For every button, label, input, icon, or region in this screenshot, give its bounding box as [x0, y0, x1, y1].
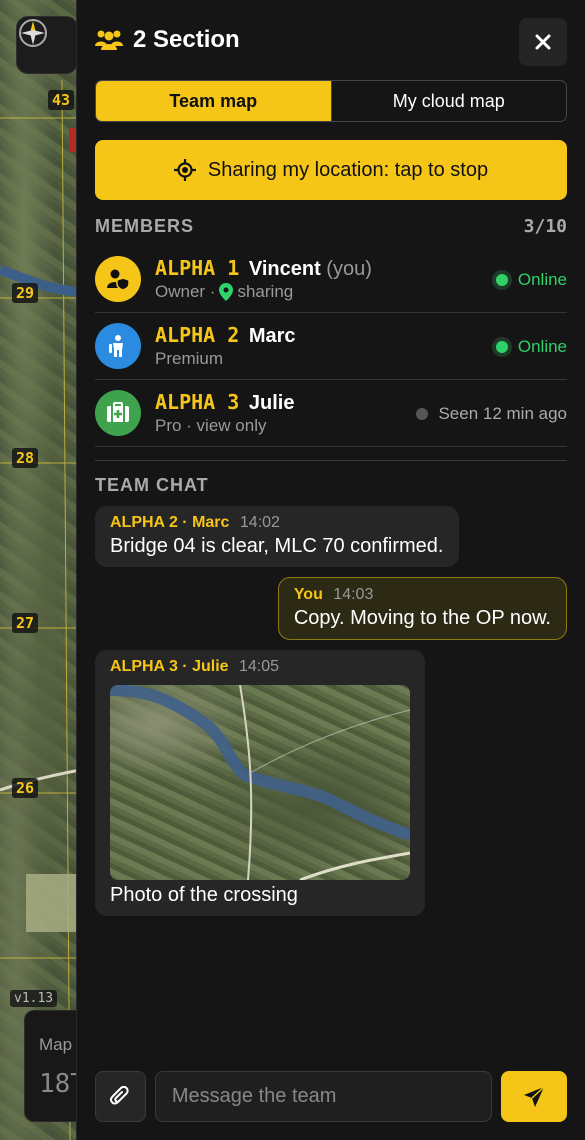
stop-sharing-label: Sharing my location: tap to stop [207, 158, 489, 181]
member-name: Marc [248, 325, 296, 347]
chat-message[interactable]: ALPHA 2 · Marc 14:02 Bridge 04 is clear,… [95, 506, 459, 567]
online-dot-icon [491, 336, 512, 357]
member-row[interactable]: ALPHA 1 Vincent (you) Owner · sharing On… [95, 246, 567, 313]
section-divider [95, 460, 567, 461]
location-pin-icon [219, 283, 234, 301]
status-label: Online [517, 269, 567, 289]
member-name: Julie [248, 392, 295, 414]
message-sender: ALPHA 2 · Marc [110, 514, 230, 531]
member-row[interactable]: ALPHA 3 Julie Pro · view only Seen 12 mi… [95, 380, 567, 447]
team-panel: 2 Section Team map My cloud map Sharing … [76, 0, 585, 1140]
member-role: Pro · view only [155, 416, 267, 435]
message-text: Bridge 04 is clear, MLC 70 confirmed. [110, 535, 444, 557]
photo-attachment[interactable] [110, 685, 410, 880]
close-button[interactable] [519, 18, 567, 66]
member-info: ALPHA 1 Vincent (you) Owner · sharing [155, 256, 372, 302]
map-info-card[interactable]: Map 18T [24, 1010, 80, 1122]
avatar [95, 256, 141, 302]
member-sharing-label: sharing [237, 282, 294, 301]
member-callsign: ALPHA 3 [155, 390, 240, 414]
tab-my-cloud-map[interactable]: My cloud map [330, 81, 567, 121]
member-info: ALPHA 2 Marc Premium [155, 323, 296, 369]
grid-label: 29 [12, 283, 39, 303]
member-info: ALPHA 3 Julie Pro · view only [155, 390, 294, 436]
compass-icon [19, 19, 47, 47]
member-you-tag: (you) [326, 258, 372, 280]
page-title: 2 Section [133, 26, 240, 53]
photo-caption: Photo of the crossing [110, 884, 298, 906]
member-role: Owner · [155, 282, 216, 301]
status-label: Online [517, 336, 567, 356]
stop-sharing-button[interactable]: Sharing my location: tap to stop [95, 140, 567, 200]
avatar [95, 323, 141, 369]
member-row[interactable]: ALPHA 2 Marc Premium Online [95, 313, 567, 380]
members-title: MEMBERS [95, 215, 195, 236]
soldier-icon [109, 335, 123, 357]
send-button[interactable] [501, 1071, 568, 1122]
status-label: Seen 12 min ago [438, 403, 567, 423]
attach-button[interactable] [95, 1071, 146, 1122]
crossing-photo [110, 685, 410, 880]
chat-title: TEAM CHAT [95, 475, 209, 495]
version-label: v1.13 [10, 990, 58, 1007]
map-overlay [0, 79, 80, 1140]
map-background[interactable]: 43 29 28 27 26 v1.13 Map 18T [0, 0, 80, 1140]
message-text: Copy. Moving to the OP now. [293, 607, 551, 629]
status-badge: Online [491, 246, 567, 313]
map-mode-toggle: Team map My cloud map [95, 80, 567, 122]
team-icon [95, 30, 123, 50]
member-role: Premium [155, 349, 224, 368]
avatar [95, 390, 141, 436]
medic-icon [107, 402, 129, 422]
close-icon [535, 34, 551, 50]
send-icon [524, 1085, 545, 1107]
status-badge: Seen 12 min ago [416, 380, 567, 447]
chat-message[interactable]: You 14:03 Copy. Moving to the OP now. [277, 577, 567, 640]
member-callsign: ALPHA 2 [155, 323, 240, 347]
grid-label: 26 [12, 778, 39, 798]
outgoing-message-row: You 14:03 Copy. Moving to the OP now. [95, 577, 567, 640]
location-target-icon [173, 159, 196, 181]
map-card-value: 18T [39, 1069, 80, 1099]
members-count: 3/10 [523, 215, 567, 237]
members-header: MEMBERS 3/10 [95, 214, 567, 238]
message-time: 14:02 [239, 514, 280, 531]
grid-label: 43 [48, 90, 75, 110]
status-badge: Online [491, 313, 567, 380]
map-card-label: Map [39, 1035, 73, 1054]
away-dot-icon [416, 407, 429, 420]
message-input[interactable] [154, 1071, 493, 1122]
compass-button[interactable] [16, 16, 78, 74]
message-composer [95, 1071, 568, 1122]
owner-shield-icon [107, 269, 130, 291]
message-time: 14:05 [239, 658, 280, 675]
message-sender: ALPHA 3 · Julie [110, 658, 229, 675]
chat-message[interactable]: ALPHA 3 · Julie 14:05 Photo of the cross… [95, 650, 425, 916]
message-sender: You [293, 586, 323, 603]
paperclip-icon [110, 1085, 130, 1104]
panel-header: 2 Section [95, 0, 567, 80]
member-callsign: ALPHA 1 [155, 256, 240, 280]
grid-label: 28 [12, 448, 39, 468]
online-dot-icon [491, 269, 512, 290]
grid-label: 27 [12, 613, 39, 633]
member-name: Vincent [248, 258, 321, 280]
tab-team-map[interactable]: Team map [96, 81, 331, 121]
message-time: 14:03 [333, 586, 374, 603]
